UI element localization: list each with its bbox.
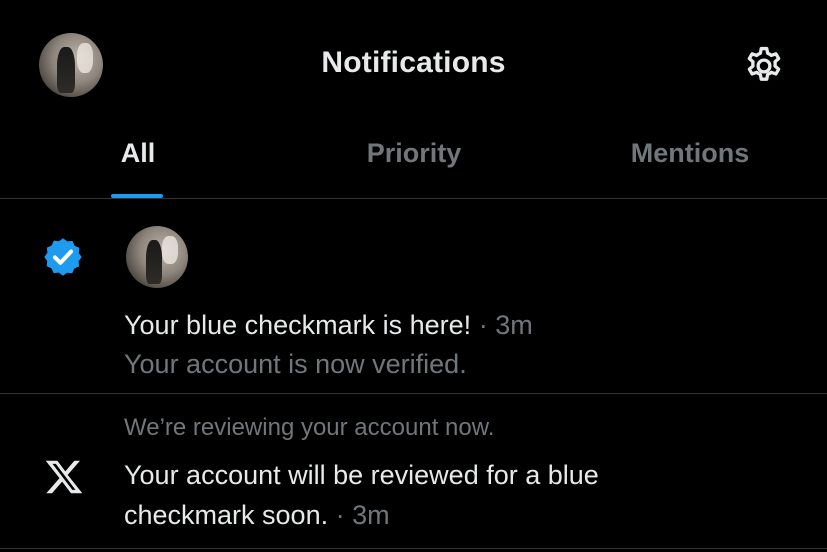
notification-title: Your blue checkmark is here! · 3m xyxy=(124,305,533,345)
timestamp: 3m xyxy=(495,310,533,340)
notification-item[interactable]: Your blue checkmark is here! · 3m Your a… xyxy=(0,199,827,394)
active-tab-indicator xyxy=(111,194,163,198)
notification-context: We’re reviewing your account now. xyxy=(124,414,495,441)
avatar[interactable] xyxy=(126,226,188,288)
notification-text-line: Your account will be reviewed for a blue xyxy=(124,460,599,490)
top-bar: Notifications xyxy=(0,0,827,130)
notification-item[interactable]: We’re reviewing your account now. Your a… xyxy=(0,394,827,549)
tab-mentions[interactable]: Mentions xyxy=(552,130,827,198)
tab-priority[interactable]: Priority xyxy=(276,130,552,198)
notification-subtitle: Your account is now verified. xyxy=(124,349,467,379)
settings-button[interactable] xyxy=(740,42,788,90)
notification-tabs: All Priority Mentions xyxy=(0,130,827,199)
notification-title: Your account will be reviewed for a blue… xyxy=(124,455,599,535)
separator: · xyxy=(471,310,496,340)
tab-label: Priority xyxy=(366,138,462,168)
separator: · xyxy=(328,500,353,530)
gear-icon xyxy=(747,46,781,81)
tab-label: Mentions xyxy=(630,138,750,168)
notification-text-line: checkmark soon. · 3m xyxy=(124,495,599,535)
tab-all[interactable]: All xyxy=(0,130,276,198)
page-title: Notifications xyxy=(321,46,506,79)
notification-text: Your blue checkmark is here! xyxy=(124,310,472,340)
notification-text: checkmark soon. xyxy=(124,500,329,530)
verified-badge-icon xyxy=(41,235,85,279)
timestamp: 3m xyxy=(352,500,390,530)
x-logo-icon xyxy=(44,457,84,497)
tab-label: All xyxy=(120,138,156,168)
